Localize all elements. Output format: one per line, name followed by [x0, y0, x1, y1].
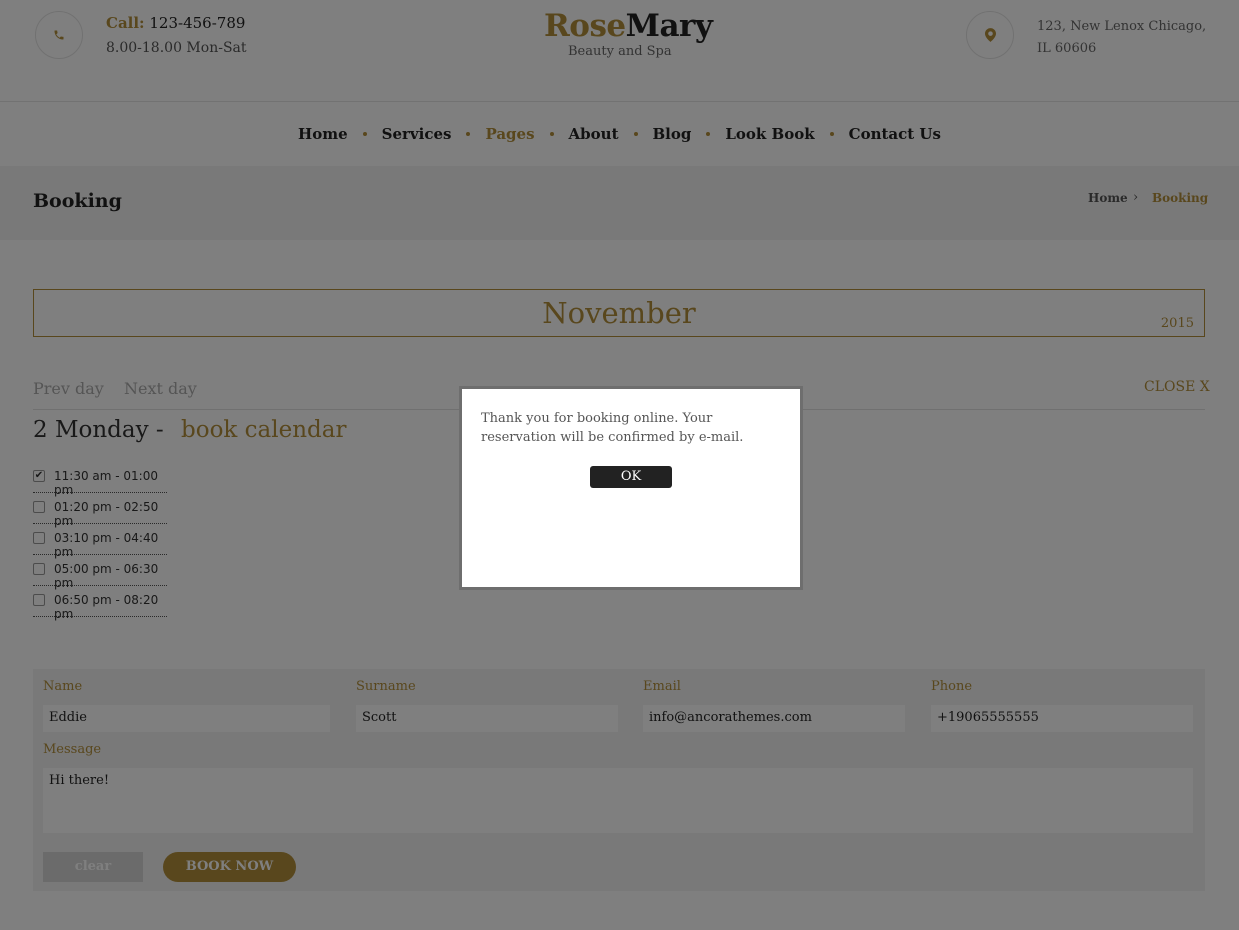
- confirmation-dialog: Thank you for booking online. Your reser…: [459, 386, 803, 590]
- ok-button[interactable]: OK: [590, 466, 672, 488]
- dialog-message: Thank you for booking online. Your reser…: [481, 411, 744, 445]
